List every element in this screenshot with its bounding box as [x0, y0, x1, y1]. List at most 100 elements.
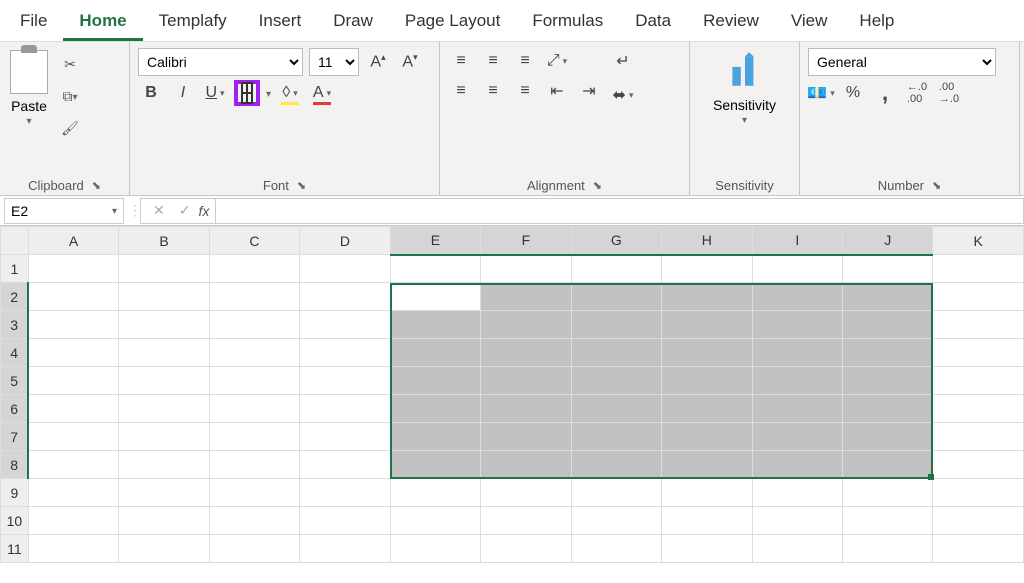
- align-left-button[interactable]: ≡: [448, 78, 474, 104]
- borders-dropdown[interactable]: ▾: [266, 89, 271, 100]
- column-header-K[interactable]: K: [933, 227, 1024, 255]
- cell-I6[interactable]: [752, 395, 842, 423]
- cell-G2[interactable]: [571, 283, 662, 311]
- font-launcher[interactable]: ⬊: [297, 179, 306, 192]
- menu-templafy[interactable]: Templafy: [143, 1, 243, 41]
- cell-E2[interactable]: [390, 283, 480, 311]
- cell-I11[interactable]: [752, 535, 842, 563]
- cell-G3[interactable]: [571, 311, 662, 339]
- cell-I8[interactable]: [752, 451, 842, 479]
- cell-J11[interactable]: [842, 535, 932, 563]
- cell-F3[interactable]: [481, 311, 571, 339]
- menu-insert[interactable]: Insert: [243, 1, 318, 41]
- cell-B5[interactable]: [119, 367, 209, 395]
- select-all-corner[interactable]: [1, 227, 29, 255]
- cell-G10[interactable]: [571, 507, 662, 535]
- cell-K1[interactable]: [933, 255, 1024, 283]
- column-header-F[interactable]: F: [481, 227, 571, 255]
- cell-D6[interactable]: [300, 395, 390, 423]
- cell-H11[interactable]: [662, 535, 752, 563]
- cell-I7[interactable]: [752, 423, 842, 451]
- cell-G6[interactable]: [571, 395, 662, 423]
- cell-A6[interactable]: [28, 395, 118, 423]
- cell-G9[interactable]: [571, 479, 662, 507]
- paste-button[interactable]: Paste ▾: [8, 48, 50, 129]
- column-header-I[interactable]: I: [752, 227, 842, 255]
- menu-home[interactable]: Home: [63, 1, 142, 41]
- number-launcher[interactable]: ⬊: [932, 179, 941, 192]
- clipboard-launcher[interactable]: ⬊: [92, 179, 101, 192]
- menu-view[interactable]: View: [775, 1, 844, 41]
- percent-button[interactable]: %: [840, 80, 866, 106]
- cell-H6[interactable]: [662, 395, 752, 423]
- font-name-select[interactable]: Calibri: [138, 48, 303, 76]
- menu-file[interactable]: File: [4, 1, 63, 41]
- align-bottom-button[interactable]: ≡: [512, 48, 538, 74]
- cell-A8[interactable]: [28, 451, 118, 479]
- cell-H3[interactable]: [662, 311, 752, 339]
- cell-G1[interactable]: [571, 255, 662, 283]
- align-top-button[interactable]: ≡: [448, 48, 474, 74]
- cell-D9[interactable]: [300, 479, 390, 507]
- cell-B1[interactable]: [119, 255, 209, 283]
- increase-decimal-button[interactable]: ←.0.00: [904, 80, 930, 106]
- cell-I10[interactable]: [752, 507, 842, 535]
- menu-help[interactable]: Help: [843, 1, 910, 41]
- cell-J6[interactable]: [842, 395, 932, 423]
- cell-I9[interactable]: [752, 479, 842, 507]
- cell-F5[interactable]: [481, 367, 571, 395]
- cell-D10[interactable]: [300, 507, 390, 535]
- row-header-6[interactable]: 6: [1, 395, 29, 423]
- cell-H5[interactable]: [662, 367, 752, 395]
- cell-J10[interactable]: [842, 507, 932, 535]
- menu-page-layout[interactable]: Page Layout: [389, 1, 516, 41]
- cell-D8[interactable]: [300, 451, 390, 479]
- cell-C4[interactable]: [209, 339, 299, 367]
- cell-A7[interactable]: [28, 423, 118, 451]
- cell-F6[interactable]: [481, 395, 571, 423]
- cell-B2[interactable]: [119, 283, 209, 311]
- cell-C10[interactable]: [209, 507, 299, 535]
- decrease-font-button[interactable]: A▾: [397, 49, 423, 75]
- cell-I4[interactable]: [752, 339, 842, 367]
- copy-button[interactable]: ⧉▾: [56, 84, 84, 108]
- cell-E4[interactable]: [390, 339, 480, 367]
- cell-C11[interactable]: [209, 535, 299, 563]
- decrease-indent-button[interactable]: ⇤: [544, 78, 570, 104]
- decrease-decimal-button[interactable]: .00→.0: [936, 80, 962, 106]
- cell-K3[interactable]: [933, 311, 1024, 339]
- cell-F8[interactable]: [481, 451, 571, 479]
- align-middle-button[interactable]: ≡: [480, 48, 506, 74]
- cell-I5[interactable]: [752, 367, 842, 395]
- cell-A9[interactable]: [28, 479, 118, 507]
- cell-J8[interactable]: [842, 451, 932, 479]
- cell-B11[interactable]: [119, 535, 209, 563]
- cell-I2[interactable]: [752, 283, 842, 311]
- column-header-A[interactable]: A: [28, 227, 118, 255]
- cell-G5[interactable]: [571, 367, 662, 395]
- fill-color-button[interactable]: ◊: [277, 80, 303, 106]
- cell-C5[interactable]: [209, 367, 299, 395]
- cell-I3[interactable]: [752, 311, 842, 339]
- cell-A3[interactable]: [28, 311, 118, 339]
- cell-B4[interactable]: [119, 339, 209, 367]
- cell-K5[interactable]: [933, 367, 1024, 395]
- fx-button[interactable]: fx: [198, 203, 209, 219]
- cell-K10[interactable]: [933, 507, 1024, 535]
- row-header-9[interactable]: 9: [1, 479, 29, 507]
- cell-A4[interactable]: [28, 339, 118, 367]
- cell-J9[interactable]: [842, 479, 932, 507]
- row-header-7[interactable]: 7: [1, 423, 29, 451]
- menu-formulas[interactable]: Formulas: [516, 1, 619, 41]
- number-format-select[interactable]: General: [808, 48, 996, 76]
- cell-H10[interactable]: [662, 507, 752, 535]
- comma-button[interactable]: ,: [872, 80, 898, 106]
- cell-H1[interactable]: [662, 255, 752, 283]
- bold-button[interactable]: B: [138, 80, 164, 106]
- cell-B9[interactable]: [119, 479, 209, 507]
- cell-C7[interactable]: [209, 423, 299, 451]
- align-right-button[interactable]: ≡: [512, 78, 538, 104]
- column-header-D[interactable]: D: [300, 227, 390, 255]
- cell-C1[interactable]: [209, 255, 299, 283]
- cell-J2[interactable]: [842, 283, 932, 311]
